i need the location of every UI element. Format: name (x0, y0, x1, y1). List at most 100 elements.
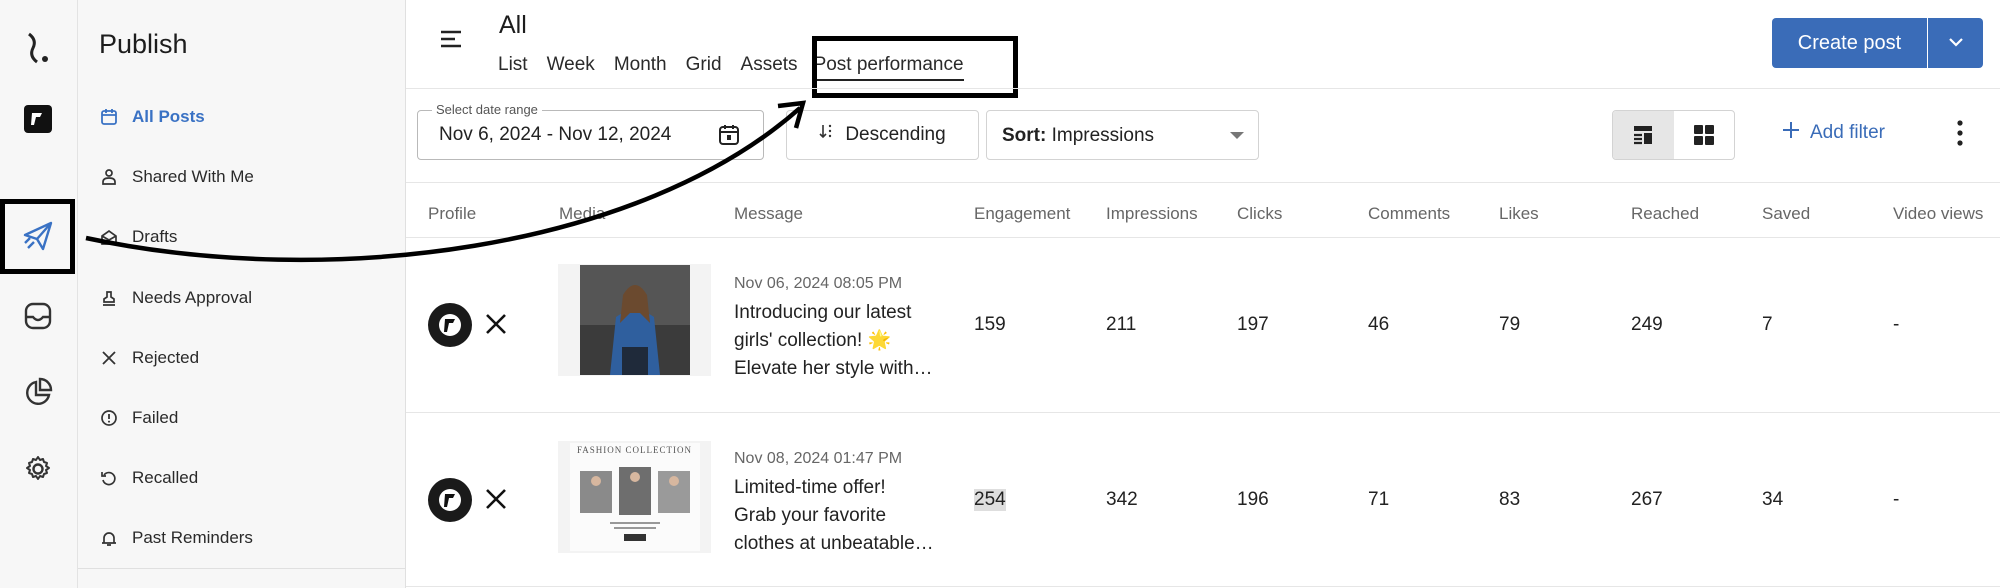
grid-view-icon[interactable] (1674, 111, 1735, 159)
x-logo-icon (485, 488, 507, 515)
cell-saved: 34 (1762, 489, 1784, 510)
divider (406, 88, 2000, 89)
column-header-comments[interactable]: Comments (1368, 204, 1450, 224)
tab-list[interactable]: List (498, 54, 528, 81)
cell-reached: 267 (1631, 489, 1663, 510)
annotation-box-publish (0, 199, 75, 274)
message-line: clothes at unbeatable… (734, 533, 934, 554)
thumbnail-caption: FASHION COLLECTION (576, 445, 693, 455)
cell-engagement: 254 (974, 489, 1006, 511)
chevron-down-icon (1948, 34, 1964, 52)
tab-post-performance[interactable]: Post performance (813, 54, 964, 81)
gear-icon[interactable] (0, 439, 76, 499)
cell-likes: 83 (1499, 489, 1521, 510)
column-header-engagement[interactable]: Engagement (974, 204, 1070, 224)
sidebar-item-label: Past Reminders (132, 528, 253, 547)
post-date: Nov 06, 2024 08:05 PM (734, 275, 903, 292)
brand-icon[interactable] (0, 89, 76, 149)
post-message: Introducing our latest girls' collection… (734, 299, 952, 383)
create-post-button[interactable]: Create post (1772, 18, 1927, 68)
avatar (428, 478, 472, 522)
envelope-open-icon (100, 228, 118, 246)
message-line: Introducing our latest (734, 302, 912, 323)
post-message: Limited-time offer! Grab your favorite c… (734, 474, 952, 558)
add-filter-button[interactable]: Add filter (1782, 121, 1885, 145)
sidebar-item-failed[interactable]: Failed (100, 403, 178, 433)
post-media-thumbnail[interactable]: FASHION COLLECTION (558, 441, 711, 553)
column-header-media[interactable]: Media (559, 204, 605, 224)
column-header-clicks[interactable]: Clicks (1237, 204, 1282, 224)
date-range-picker[interactable]: Select date range Nov 6, 2024 - Nov 12, … (417, 102, 764, 160)
undo-icon (100, 469, 118, 487)
avatar (428, 303, 472, 347)
date-range-value: Nov 6, 2024 - Nov 12, 2024 (439, 124, 672, 145)
sidebar-item-drafts[interactable]: Drafts (100, 222, 177, 252)
sidebar-item-past-reminders[interactable]: Past Reminders (100, 523, 253, 553)
person-icon (100, 168, 118, 186)
x-logo-icon (485, 313, 507, 340)
calendar-icon (717, 123, 741, 152)
column-header-reached[interactable]: Reached (1631, 204, 1699, 224)
cell-clicks: 197 (1237, 314, 1269, 335)
menu-icon[interactable] (440, 30, 462, 53)
tab-grid[interactable]: Grid (686, 54, 722, 81)
view-toggle (1612, 110, 1735, 160)
alarm-icon (100, 529, 118, 547)
sort-select[interactable]: Sort: Impressions (986, 110, 1259, 160)
sidebar-item-recalled[interactable]: Recalled (100, 463, 198, 493)
sort-value: Impressions (1051, 125, 1155, 146)
cell-video-views: - (1893, 489, 1900, 510)
cell-likes: 79 (1499, 314, 1521, 335)
pie-chart-icon[interactable] (0, 362, 76, 422)
sidebar-item-label: Shared With Me (132, 167, 254, 186)
sidebar-item-label: Rejected (132, 348, 200, 367)
sidebar: Publish All Posts Shared With Me Drafts … (78, 0, 406, 588)
icon-rail (0, 0, 78, 588)
sidebar-item-label: Failed (132, 408, 179, 427)
plus-icon (1782, 121, 1800, 145)
sidebar-item-rejected[interactable]: Rejected (100, 343, 199, 373)
column-header-video-views[interactable]: Video views (1893, 204, 1983, 224)
add-filter-label: Add filter (1810, 122, 1885, 143)
create-post-dropdown[interactable] (1928, 18, 1983, 68)
sidebar-item-label: Needs Approval (132, 288, 253, 307)
list-view-icon[interactable] (1613, 111, 1674, 159)
sidebar-item-needs-approval[interactable]: Needs Approval (100, 283, 252, 313)
tab-week[interactable]: Week (547, 54, 595, 81)
column-header-likes[interactable]: Likes (1499, 204, 1539, 224)
table-row[interactable]: FASHION COLLECTION Nov 08, 2024 01:47 PM… (406, 413, 2000, 586)
cell-saved: 7 (1762, 314, 1773, 335)
column-header-saved[interactable]: Saved (1762, 204, 1810, 224)
cell-comments: 46 (1368, 314, 1390, 335)
divider (78, 568, 406, 569)
tab-assets[interactable]: Assets (741, 54, 798, 81)
sort-direction-button[interactable]: Descending (786, 110, 979, 160)
cell-reached: 249 (1631, 314, 1663, 335)
alert-circle-icon (100, 409, 118, 427)
calendar-icon (100, 108, 118, 126)
sidebar-item-label: Recalled (132, 468, 199, 487)
sidebar-item-all-posts[interactable]: All Posts (100, 102, 205, 132)
cell-clicks: 196 (1237, 489, 1269, 510)
inbox-icon[interactable] (0, 286, 76, 346)
table-row[interactable]: Nov 06, 2024 08:05 PM Introducing our la… (406, 238, 2000, 411)
more-icon[interactable] (1957, 120, 1963, 151)
sidebar-item-shared-with-me[interactable]: Shared With Me (100, 162, 254, 192)
divider (406, 586, 2000, 587)
post-media-thumbnail[interactable] (558, 264, 711, 376)
sidebar-item-label: All Posts (132, 107, 205, 126)
logo-icon[interactable] (0, 18, 76, 78)
sort-direction-label: Descending (845, 124, 946, 145)
message-line: Limited-time offer! (734, 477, 886, 498)
stamp-icon (100, 289, 118, 307)
sort-icon (819, 123, 835, 147)
column-header-profile[interactable]: Profile (428, 204, 476, 224)
main-content: All List Week Month Grid Assets Post per… (406, 0, 2000, 588)
column-header-message[interactable]: Message (734, 204, 803, 224)
view-tabs: List Week Month Grid Assets Post perform… (498, 54, 983, 81)
sort-prefix: Sort: (1002, 125, 1047, 146)
message-line: Grab your favorite (734, 505, 887, 526)
tab-month[interactable]: Month (614, 54, 667, 81)
close-icon (100, 349, 118, 367)
column-header-impressions[interactable]: Impressions (1106, 204, 1198, 224)
